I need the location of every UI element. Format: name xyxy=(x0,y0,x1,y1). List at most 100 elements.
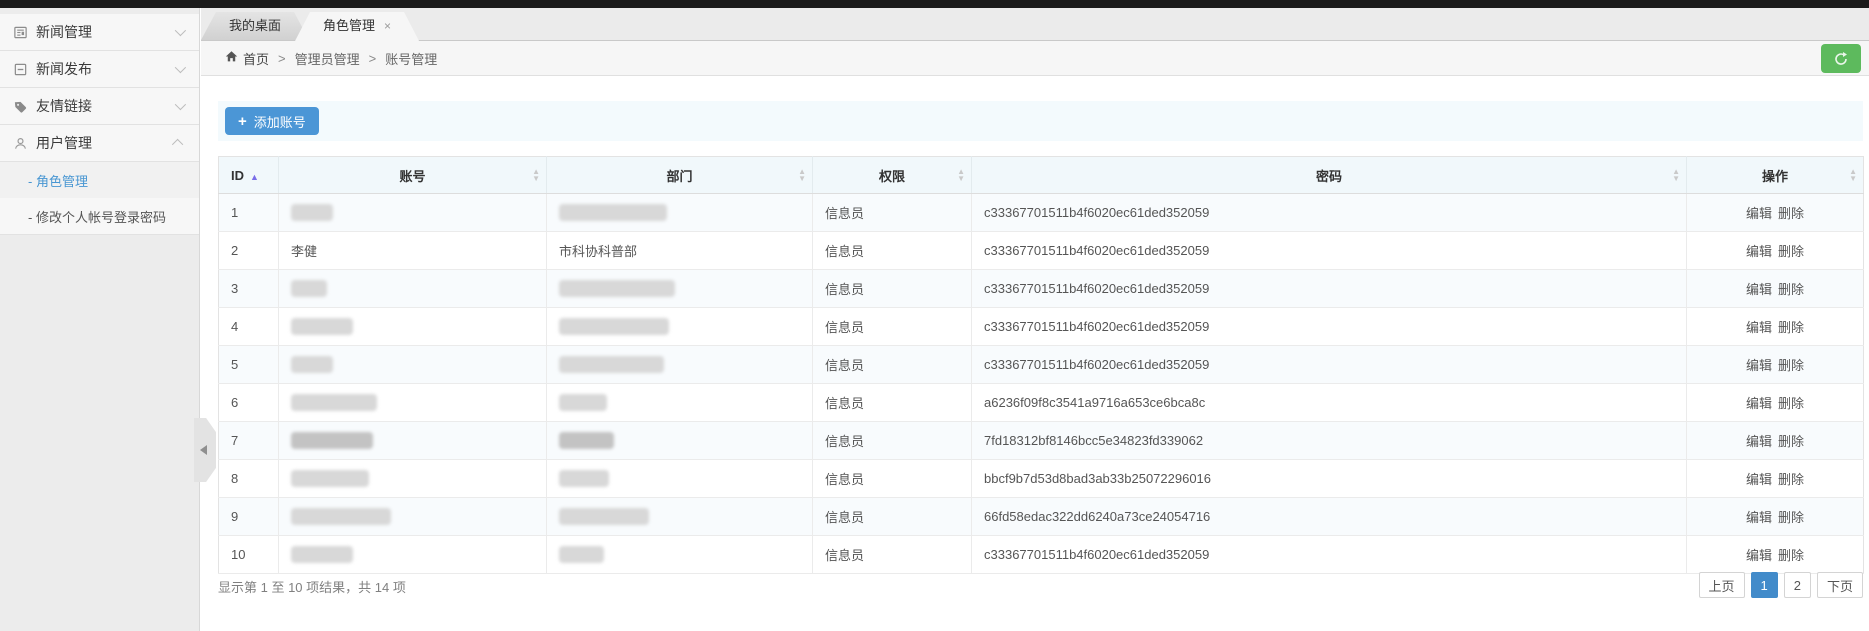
cell-password: a6236f09f8c3541a9716a653ce6bca8c xyxy=(972,384,1687,422)
action-edit[interactable]: 编辑 xyxy=(1746,472,1772,487)
sort-asc-icon: ▲ xyxy=(250,172,259,182)
cell-actions: 编辑删除 xyxy=(1687,270,1864,308)
action-delete[interactable]: 删除 xyxy=(1778,206,1804,221)
action-edit[interactable]: 编辑 xyxy=(1746,320,1772,335)
pagination-prev[interactable]: 上页 xyxy=(1699,572,1745,598)
column-header-3[interactable]: 权限▲▼ xyxy=(813,157,972,194)
sort-icon: ▲▼ xyxy=(957,168,965,182)
table-body: 1信息员c33367701511b4f6020ec61ded352059编辑删除… xyxy=(219,194,1864,574)
add-account-button[interactable]: + 添加账号 xyxy=(225,107,319,135)
action-delete[interactable]: 删除 xyxy=(1778,510,1804,525)
action-edit[interactable]: 编辑 xyxy=(1746,358,1772,373)
action-edit[interactable]: 编辑 xyxy=(1746,282,1772,297)
sidebar-item-2[interactable]: 友情链接 xyxy=(0,88,199,125)
column-label: ID xyxy=(231,168,244,183)
cell-department xyxy=(547,460,813,498)
column-label: 操作 xyxy=(1762,169,1788,184)
cell-id: 10 xyxy=(219,536,279,574)
column-header-5[interactable]: 操作▲▼ xyxy=(1687,157,1864,194)
breadcrumb-separator: > xyxy=(369,51,377,66)
action-delete[interactable]: 删除 xyxy=(1778,320,1804,335)
cell-account: 李健 xyxy=(279,232,547,270)
table-row: 7信息员7fd18312bf8146bcc5e34823fd339062编辑删除 xyxy=(219,422,1864,460)
cell-id: 2 xyxy=(219,232,279,270)
cell-permission: 信息员 xyxy=(813,194,972,232)
action-delete[interactable]: 删除 xyxy=(1778,282,1804,297)
cell-permission: 信息员 xyxy=(813,460,972,498)
cell-id: 3 xyxy=(219,270,279,308)
column-header-4[interactable]: 密码▲▼ xyxy=(972,157,1687,194)
action-edit[interactable]: 编辑 xyxy=(1746,510,1772,525)
table-row: 6信息员a6236f09f8c3541a9716a653ce6bca8c编辑删除 xyxy=(219,384,1864,422)
tab-1[interactable]: 角色管理× xyxy=(295,12,419,41)
cell-actions: 编辑删除 xyxy=(1687,232,1864,270)
cell-account xyxy=(279,384,547,422)
cell-id: 6 xyxy=(219,384,279,422)
table-row: 10信息员c33367701511b4f6020ec61ded352059编辑删… xyxy=(219,536,1864,574)
action-edit[interactable]: 编辑 xyxy=(1746,396,1772,411)
action-edit[interactable]: 编辑 xyxy=(1746,206,1772,221)
cell-department xyxy=(547,498,813,536)
breadcrumb-home[interactable]: 首页 xyxy=(225,49,269,68)
column-header-2[interactable]: 部门▲▼ xyxy=(547,157,813,194)
sidebar: 新闻管理新闻发布友情链接用户管理- 角色管理- 修改个人帐号登录密码 xyxy=(0,8,200,631)
action-edit[interactable]: 编辑 xyxy=(1746,244,1772,259)
pagination-page-1[interactable]: 1 xyxy=(1751,572,1778,598)
redacted-text xyxy=(291,318,353,335)
cell-account xyxy=(279,346,547,384)
action-delete[interactable]: 删除 xyxy=(1778,434,1804,449)
action-delete[interactable]: 删除 xyxy=(1778,358,1804,373)
cell-password: 7fd18312bf8146bcc5e34823fd339062 xyxy=(972,422,1687,460)
sidebar-item-1[interactable]: 新闻发布 xyxy=(0,51,199,88)
tab-0[interactable]: 我的桌面 xyxy=(201,12,309,40)
sidebar-item-label: 新闻发布 xyxy=(36,59,175,79)
cell-actions: 编辑删除 xyxy=(1687,422,1864,460)
redacted-text xyxy=(291,394,377,411)
cell-actions: 编辑删除 xyxy=(1687,498,1864,536)
action-edit[interactable]: 编辑 xyxy=(1746,434,1772,449)
chevron-down-icon xyxy=(175,62,186,73)
cell-actions: 编辑删除 xyxy=(1687,384,1864,422)
sidebar-item-3[interactable]: 用户管理 xyxy=(0,125,199,162)
cell-actions: 编辑删除 xyxy=(1687,346,1864,384)
action-delete[interactable]: 删除 xyxy=(1778,244,1804,259)
cell-id: 5 xyxy=(219,346,279,384)
action-delete[interactable]: 删除 xyxy=(1778,396,1804,411)
tab-bar: 我的桌面角色管理× xyxy=(201,8,1869,41)
user-icon xyxy=(12,135,28,151)
redacted-text xyxy=(291,432,373,449)
cell-department xyxy=(547,422,813,460)
sidebar-subitem-1[interactable]: - 修改个人帐号登录密码 xyxy=(0,198,199,235)
pagination-next[interactable]: 下页 xyxy=(1817,572,1863,598)
sidebar-collapse-handle[interactable] xyxy=(194,418,216,482)
cell-account xyxy=(279,536,547,574)
table-info: 显示第 1 至 10 项结果，共 14 项 xyxy=(218,577,406,596)
sidebar-item-0[interactable]: 新闻管理 xyxy=(0,14,199,51)
cell-permission: 信息员 xyxy=(813,422,972,460)
content-panel: + 添加账号 ID▲账号▲▼部门▲▼权限▲▼密码▲▼操作▲▼ 1信息员c3336… xyxy=(201,76,1869,631)
redacted-text xyxy=(291,204,333,221)
refresh-button[interactable] xyxy=(1821,44,1861,73)
action-edit[interactable]: 编辑 xyxy=(1746,548,1772,563)
cell-password: c33367701511b4f6020ec61ded352059 xyxy=(972,270,1687,308)
action-delete[interactable]: 删除 xyxy=(1778,548,1804,563)
tab-close-icon[interactable]: × xyxy=(384,19,391,33)
column-header-1[interactable]: 账号▲▼ xyxy=(279,157,547,194)
redacted-text xyxy=(559,318,669,335)
table-row: 9信息员66fd58edac322dd6240a73ce24054716编辑删除 xyxy=(219,498,1864,536)
cell-actions: 编辑删除 xyxy=(1687,460,1864,498)
action-delete[interactable]: 删除 xyxy=(1778,472,1804,487)
chevron-down-icon xyxy=(175,99,186,110)
cell-password: c33367701511b4f6020ec61ded352059 xyxy=(972,346,1687,384)
breadcrumb-bar: 首页>管理员管理>账号管理 xyxy=(201,41,1869,76)
column-header-0[interactable]: ID ▲ xyxy=(219,157,279,194)
pagination-page-2[interactable]: 2 xyxy=(1784,572,1811,598)
sidebar-menu: 新闻管理新闻发布友情链接用户管理- 角色管理- 修改个人帐号登录密码 xyxy=(0,14,199,235)
cell-password: c33367701511b4f6020ec61ded352059 xyxy=(972,232,1687,270)
cell-actions: 编辑删除 xyxy=(1687,308,1864,346)
news-icon xyxy=(12,24,28,40)
cell-account xyxy=(279,498,547,536)
sidebar-subitem-0[interactable]: - 角色管理 xyxy=(0,162,199,198)
redacted-text xyxy=(559,432,614,449)
redacted-text xyxy=(559,546,604,563)
